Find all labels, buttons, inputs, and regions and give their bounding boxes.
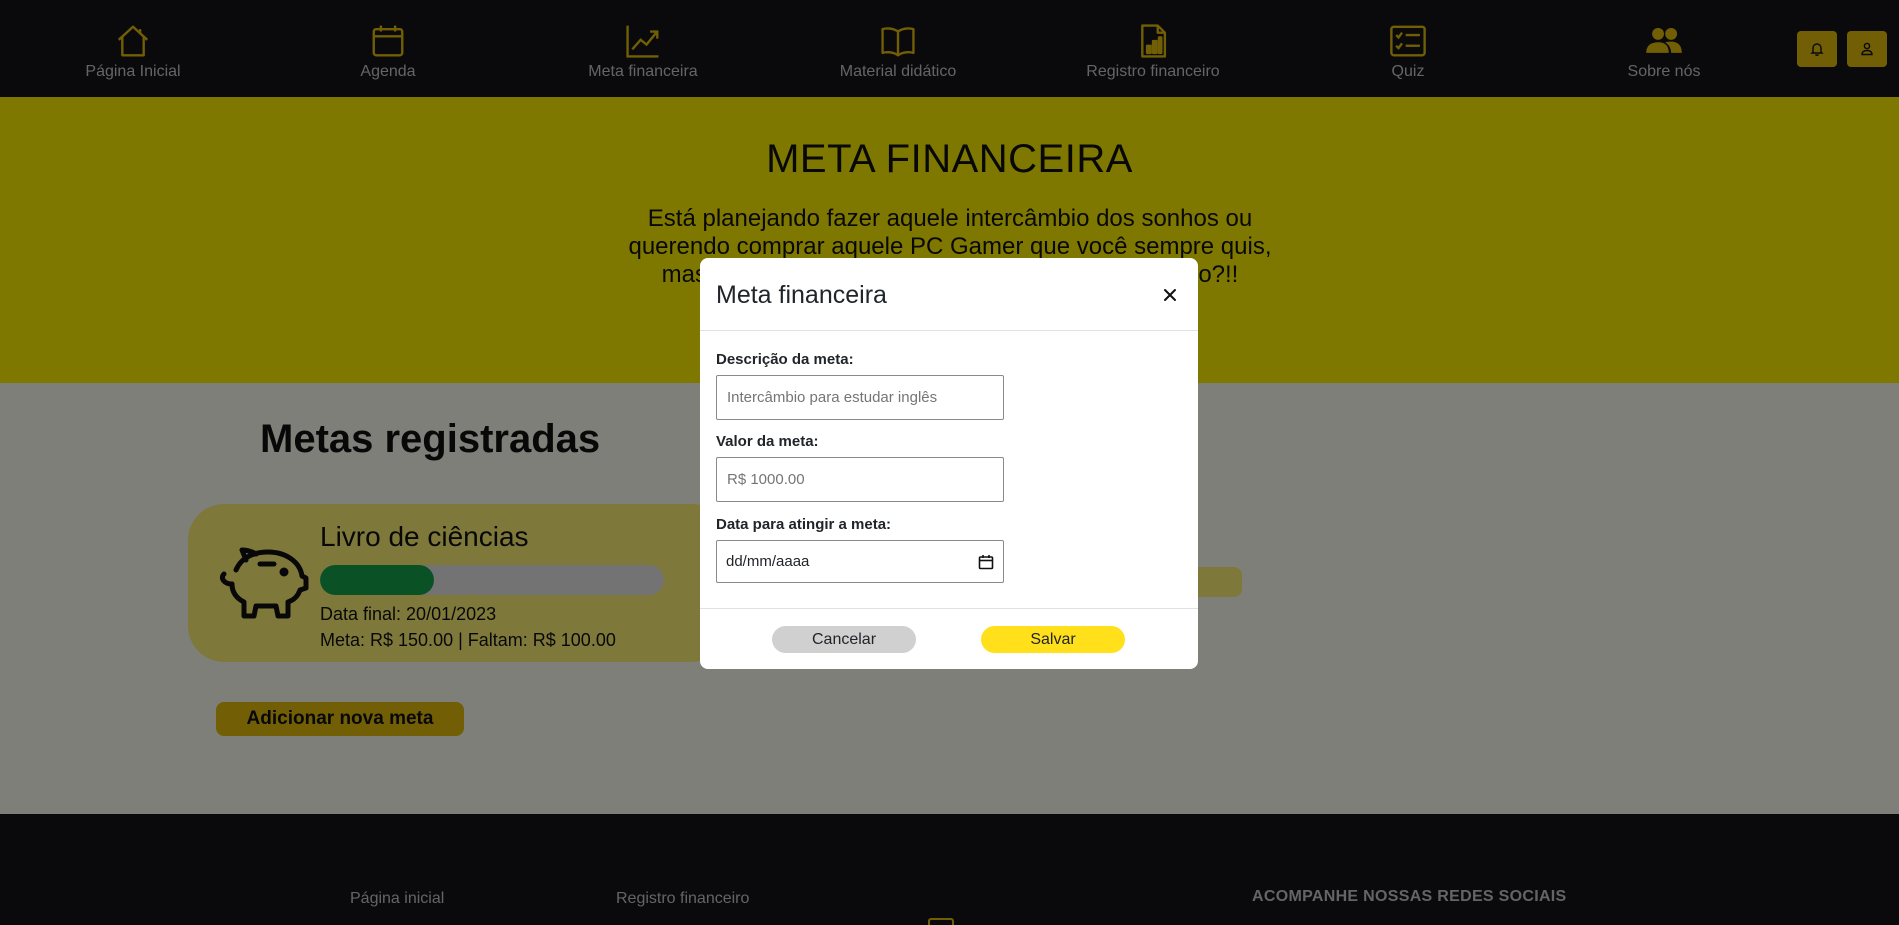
date-label: Data para atingir a meta: bbox=[716, 516, 892, 533]
close-icon[interactable] bbox=[1162, 287, 1178, 303]
modal-footer-divider bbox=[700, 608, 1198, 609]
date-placeholder: dd/mm/aaaa bbox=[726, 553, 810, 570]
description-input[interactable] bbox=[716, 375, 1004, 420]
cancel-button[interactable]: Cancelar bbox=[772, 626, 916, 653]
goal-modal: Meta financeira Descrição da meta: Valor… bbox=[700, 258, 1198, 669]
value-input[interactable] bbox=[716, 457, 1004, 502]
date-input[interactable]: dd/mm/aaaa bbox=[716, 540, 1004, 583]
modal-title: Meta financeira bbox=[716, 281, 887, 309]
value-label: Valor da meta: bbox=[716, 433, 819, 450]
save-button[interactable]: Salvar bbox=[981, 626, 1125, 653]
calendar-picker-icon[interactable] bbox=[978, 554, 994, 570]
description-label: Descrição da meta: bbox=[716, 351, 854, 368]
modal-header: Meta financeira bbox=[700, 258, 1198, 331]
